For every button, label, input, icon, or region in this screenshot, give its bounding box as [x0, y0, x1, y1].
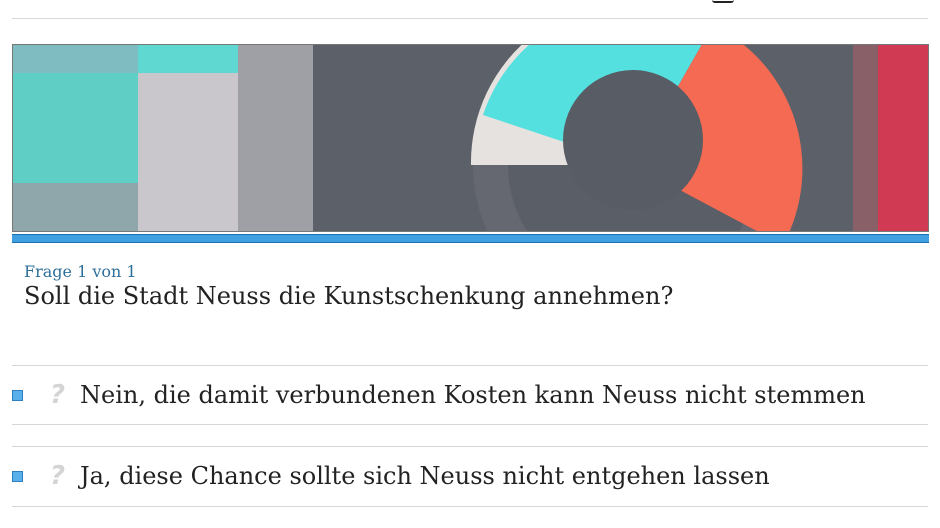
answer-checkbox[interactable] [12, 389, 23, 401]
question-icon: ? [50, 380, 66, 410]
answer-divider [12, 506, 928, 507]
question-icon: ? [50, 461, 66, 491]
poll-question-counter: Frage 1 von 1 [24, 262, 137, 281]
top-divider [12, 18, 928, 19]
poll-answer-option-no[interactable]: ? Nein, die damit verbundenen Kosten kan… [12, 366, 928, 424]
cropped-text-fragment [712, 0, 734, 3]
poll-answer-option-yes[interactable]: ? Ja, diese Chance sollte sich Neuss nic… [12, 447, 928, 505]
hero-image [12, 44, 929, 232]
answer-divider [12, 424, 928, 425]
answer-label: Nein, die damit verbundenen Kosten kann … [80, 381, 866, 409]
hero-accent-bar [12, 234, 929, 243]
answer-checkbox[interactable] [12, 470, 23, 482]
abstract-artwork-image [13, 45, 928, 231]
poll-question-text: Soll die Stadt Neuss die Kunstschenkung … [24, 282, 674, 310]
answer-label: Ja, diese Chance sollte sich Neuss nicht… [80, 462, 770, 490]
